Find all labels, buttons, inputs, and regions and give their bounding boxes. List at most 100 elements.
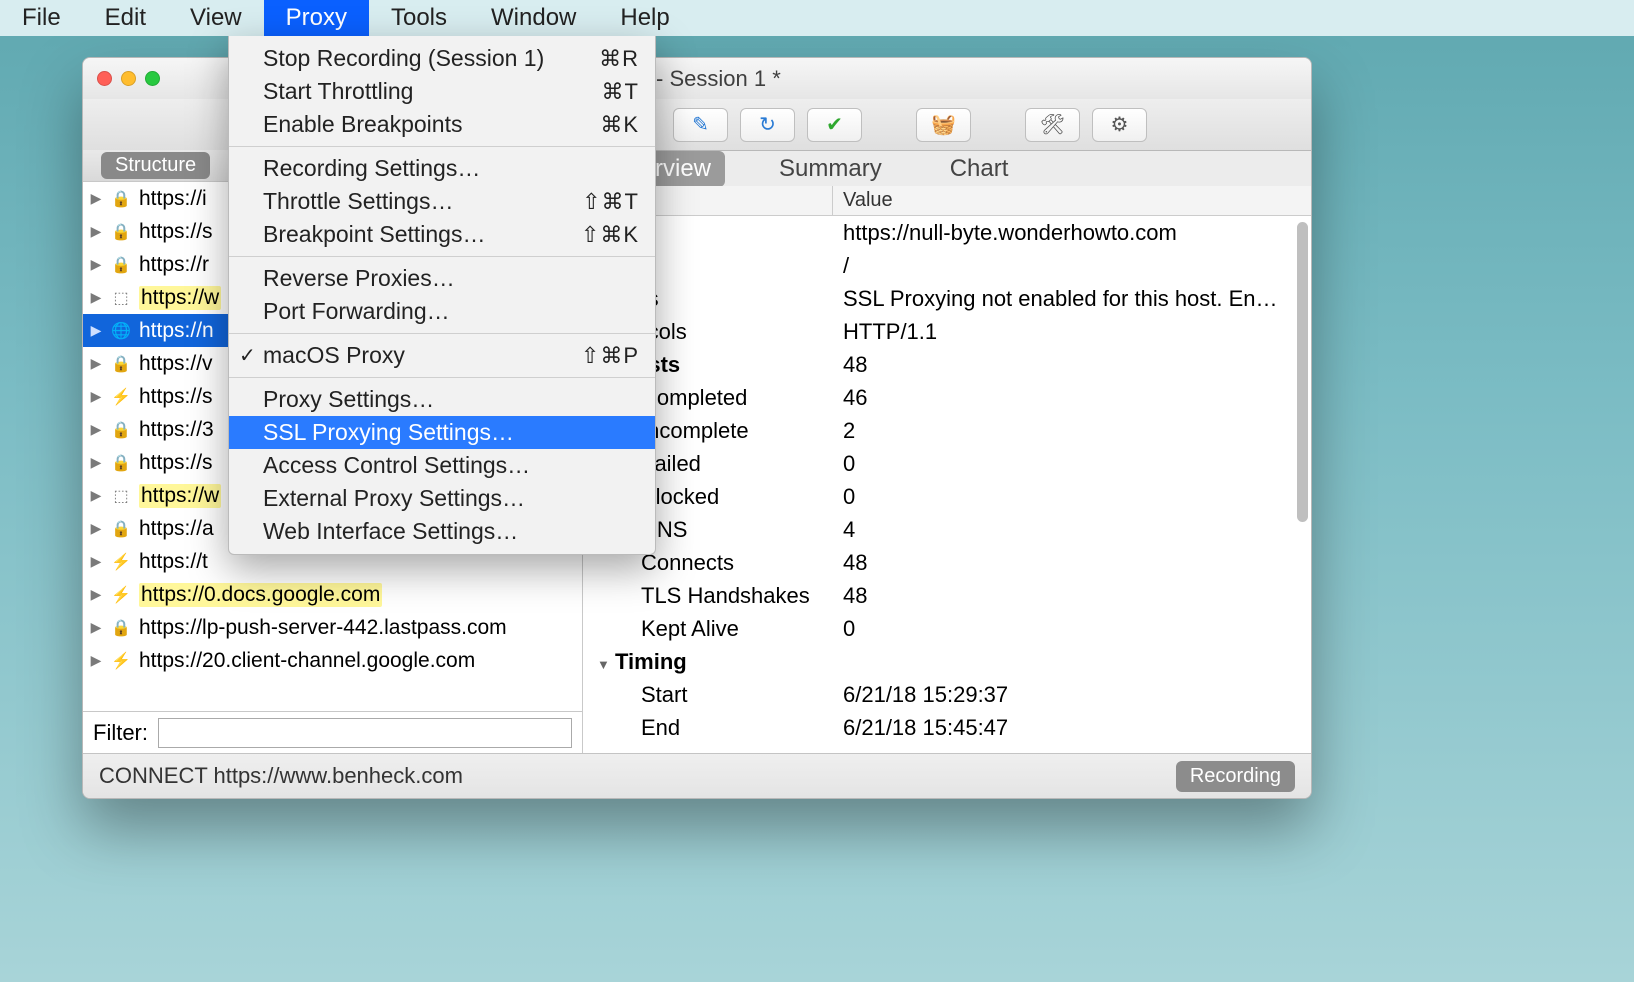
detail-value: HTTP/1.1 <box>833 319 1311 345</box>
menuitem-enable-breakpoints[interactable]: Enable Breakpoints⌘K <box>229 108 655 141</box>
menuitem-stop-recording-session-1[interactable]: Stop Recording (Session 1)⌘R <box>229 42 655 75</box>
disclosure-icon[interactable]: ▶ <box>89 223 103 240</box>
menuitem-port-forwarding[interactable]: Port Forwarding… <box>229 295 655 328</box>
disclosure-icon[interactable]: ▶ <box>89 487 103 504</box>
filter-bar: Filter: <box>83 711 582 753</box>
menuitem-ssl-proxying-settings[interactable]: SSL Proxying Settings… <box>229 416 655 449</box>
menuitem-label: Recording Settings… <box>263 155 480 182</box>
detail-value: 48 <box>833 583 1311 609</box>
detail-row[interactable]: otesSSL Proxying not enabled for this ho… <box>583 282 1311 315</box>
detail-row[interactable]: Kept Alive0 <box>583 612 1311 645</box>
detail-row[interactable]: otocolsHTTP/1.1 <box>583 315 1311 348</box>
disclosure-icon[interactable]: ▶ <box>89 619 103 636</box>
menu-file[interactable]: File <box>0 0 83 36</box>
disclosure-icon[interactable]: ▶ <box>89 190 103 207</box>
detail-row[interactable]: Failed0 <box>583 447 1311 480</box>
menuitem-throttle-settings[interactable]: Throttle Settings…⇧⌘T <box>229 185 655 218</box>
tree-row[interactable]: ▶ ⚡ https://20.client-channel.google.com <box>83 644 582 677</box>
menu-proxy[interactable]: Proxy <box>264 0 369 36</box>
detail-row[interactable]: Connects48 <box>583 546 1311 579</box>
disclosure-icon[interactable]: ▶ <box>89 421 103 438</box>
pencil-button[interactable]: ✎ <box>673 108 728 142</box>
detail-row[interactable]: Completed 46 <box>583 381 1311 414</box>
menu-window[interactable]: Window <box>469 0 598 36</box>
tree-label: https://t <box>139 550 208 574</box>
structure-tab[interactable]: Structure <box>101 152 210 179</box>
detail-value: 46 <box>833 385 1311 411</box>
check-button[interactable]: ✔ <box>807 108 862 142</box>
menuitem-reverse-proxies[interactable]: Reverse Proxies… <box>229 262 655 295</box>
gear-button[interactable]: ⚙ <box>1092 108 1147 142</box>
detail-row[interactable]: TLS Handshakes48 <box>583 579 1311 612</box>
disclosure-icon[interactable]: ▶ <box>89 586 103 603</box>
tree-row[interactable]: ▶ 🔒 https://lp-push-server-442.lastpass.co… <box>83 611 582 644</box>
menuitem-breakpoint-settings[interactable]: Breakpoint Settings…⇧⌘K <box>229 218 655 251</box>
detail-key: Completed <box>641 385 747 410</box>
disclosure-icon[interactable]: ▶ <box>89 322 103 339</box>
col-value[interactable]: Value <box>833 186 1311 215</box>
tab-summary[interactable]: Summary <box>765 151 896 187</box>
detail-row[interactable]: Incomplete2 <box>583 414 1311 447</box>
bolt-icon: ⚡ <box>111 651 131 671</box>
basket-button[interactable]: 🧺 <box>916 108 971 142</box>
detail-row[interactable]: ▼Timing <box>583 645 1311 678</box>
tree-label: https://s <box>139 385 213 409</box>
tree-label: https://lp-push-server-442.lastpass.com <box>139 616 507 640</box>
detail-value: 6/21/18 15:29:37 <box>833 682 1311 708</box>
status-text: CONNECT https://www.benheck.com <box>99 763 463 789</box>
check-icon: ✔ <box>826 112 843 137</box>
status-bar: CONNECT https://www.benheck.com Recordin… <box>83 753 1311 798</box>
menuitem-label: External Proxy Settings… <box>263 485 525 512</box>
disclosure-icon[interactable]: ▶ <box>89 355 103 372</box>
detail-row[interactable]: End6/21/18 15:45:47 <box>583 711 1311 744</box>
disclosure-icon[interactable]: ▶ <box>89 520 103 537</box>
menuitem-macos-proxy[interactable]: ✓macOS Proxy⇧⌘P <box>229 339 655 372</box>
menu-edit[interactable]: Edit <box>83 0 168 36</box>
menuitem-label: Proxy Settings… <box>263 386 434 413</box>
detail-value: 0 <box>833 451 1311 477</box>
tree-label: https://20.client-channel.google.com <box>139 649 475 673</box>
menuitem-access-control-settings[interactable]: Access Control Settings… <box>229 449 655 482</box>
detail-key: Kept Alive <box>641 616 739 641</box>
detail-row[interactable]: Start 6/21/18 15:29:37 <box>583 678 1311 711</box>
detail-row[interactable]: th/ <box>583 249 1311 282</box>
disclosure-icon[interactable]: ▶ <box>89 289 103 306</box>
detail-row[interactable]: osthttps://null-byte.wonderhowto.com <box>583 216 1311 249</box>
tab-chart[interactable]: Chart <box>936 151 1023 187</box>
shortcut: ⇧⌘P <box>581 343 639 369</box>
tree-label: https://i <box>139 187 207 211</box>
menuitem-start-throttling[interactable]: Start Throttling⌘T <box>229 75 655 108</box>
disclosure-icon[interactable]: ▶ <box>89 553 103 570</box>
menuitem-label: Access Control Settings… <box>263 452 530 479</box>
menuitem-label: Start Throttling <box>263 78 413 105</box>
disclosure-icon[interactable]: ▶ <box>89 652 103 669</box>
tree-row[interactable]: ▶⚡https://0.docs.google.com <box>83 578 582 611</box>
tools-button[interactable]: 🛠 <box>1025 108 1080 142</box>
refresh-icon: ↻ <box>759 112 776 137</box>
menu-tools[interactable]: Tools <box>369 0 469 36</box>
scrollbar[interactable] <box>1297 222 1308 522</box>
menuitem-proxy-settings[interactable]: Proxy Settings… <box>229 383 655 416</box>
menuitem-web-interface-settings[interactable]: Web Interface Settings… <box>229 515 655 548</box>
refresh-button[interactable]: ↻ <box>740 108 795 142</box>
disclosure-icon[interactable]: ▶ <box>89 454 103 471</box>
detail-key: End <box>641 715 680 740</box>
menuitem-label: Web Interface Settings… <box>263 518 518 545</box>
detail-row[interactable]: equests48 <box>583 348 1311 381</box>
menuitem-label: Stop Recording (Session 1) <box>263 45 544 72</box>
detail-key: Start <box>641 682 687 707</box>
recording-badge[interactable]: Recording <box>1176 761 1295 792</box>
disclosure-icon[interactable]: ▶ <box>89 256 103 273</box>
menuitem-external-proxy-settings[interactable]: External Proxy Settings… <box>229 482 655 515</box>
detail-row[interactable]: DNS4 <box>583 513 1311 546</box>
menuitem-recording-settings[interactable]: Recording Settings… <box>229 152 655 185</box>
tree-label: https://3 <box>139 418 214 442</box>
menu-help[interactable]: Help <box>598 0 691 36</box>
tools-icon: 🛠 <box>1040 112 1065 137</box>
disclosure-icon[interactable]: ▶ <box>89 388 103 405</box>
detail-row[interactable]: Blocked0 <box>583 480 1311 513</box>
disclosure-icon[interactable]: ▼ <box>597 657 611 672</box>
lock-icon: 🔒 <box>111 618 131 638</box>
menu-view[interactable]: View <box>168 0 264 36</box>
filter-input[interactable] <box>158 718 572 748</box>
